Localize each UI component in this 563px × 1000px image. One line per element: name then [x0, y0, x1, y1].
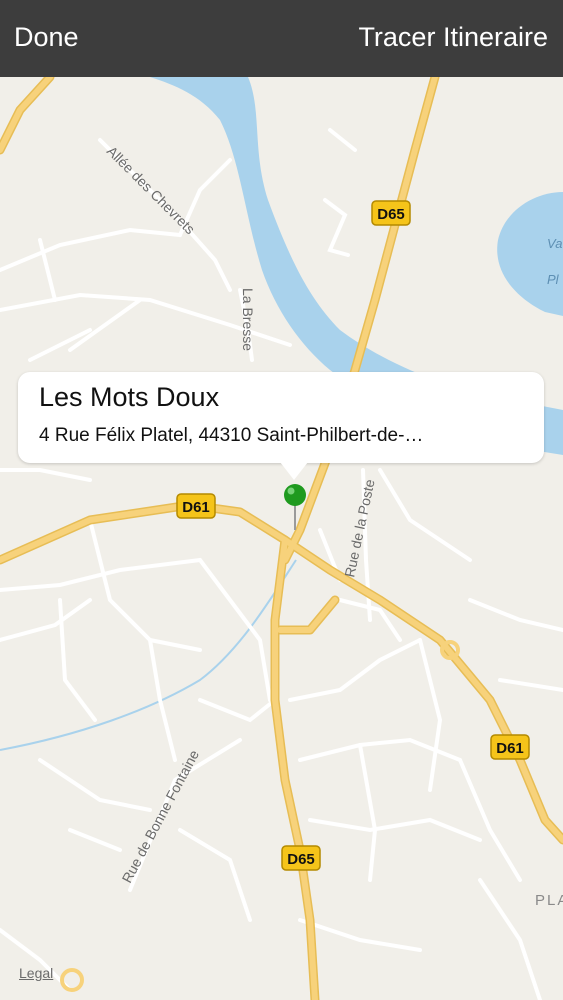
- street-label-la-bresse: La Bresse: [240, 288, 256, 351]
- svg-text:D65: D65: [377, 206, 405, 223]
- navigation-bar: Done Tracer Itineraire: [0, 0, 563, 77]
- place-label-va: Va: [547, 236, 562, 251]
- route-button[interactable]: Tracer Itineraire: [358, 22, 548, 53]
- road-badge-d65-north: D65: [371, 200, 411, 226]
- road-badge-d61-west: D61: [176, 493, 216, 519]
- done-button[interactable]: Done: [14, 22, 79, 53]
- svg-text:D61: D61: [496, 740, 524, 757]
- place-label-pl: Pl: [547, 272, 560, 287]
- road-badge-d65-south: D65: [281, 845, 321, 871]
- map-view[interactable]: D65 D61 D61 D65 Allée des Chevrets La Br…: [0, 0, 563, 1000]
- legal-link[interactable]: Legal: [19, 965, 53, 981]
- place-address: 4 Rue Félix Platel, 44310 Saint-Philbert…: [39, 425, 424, 446]
- place-label-pla: PLA: [535, 892, 563, 909]
- svg-text:D61: D61: [182, 499, 210, 516]
- place-callout[interactable]: Les Mots Doux 4 Rue Félix Platel, 44310 …: [18, 372, 544, 480]
- place-title: Les Mots Doux: [39, 382, 220, 412]
- road-badge-d61-east: D61: [490, 734, 530, 760]
- svg-text:D65: D65: [287, 851, 315, 868]
